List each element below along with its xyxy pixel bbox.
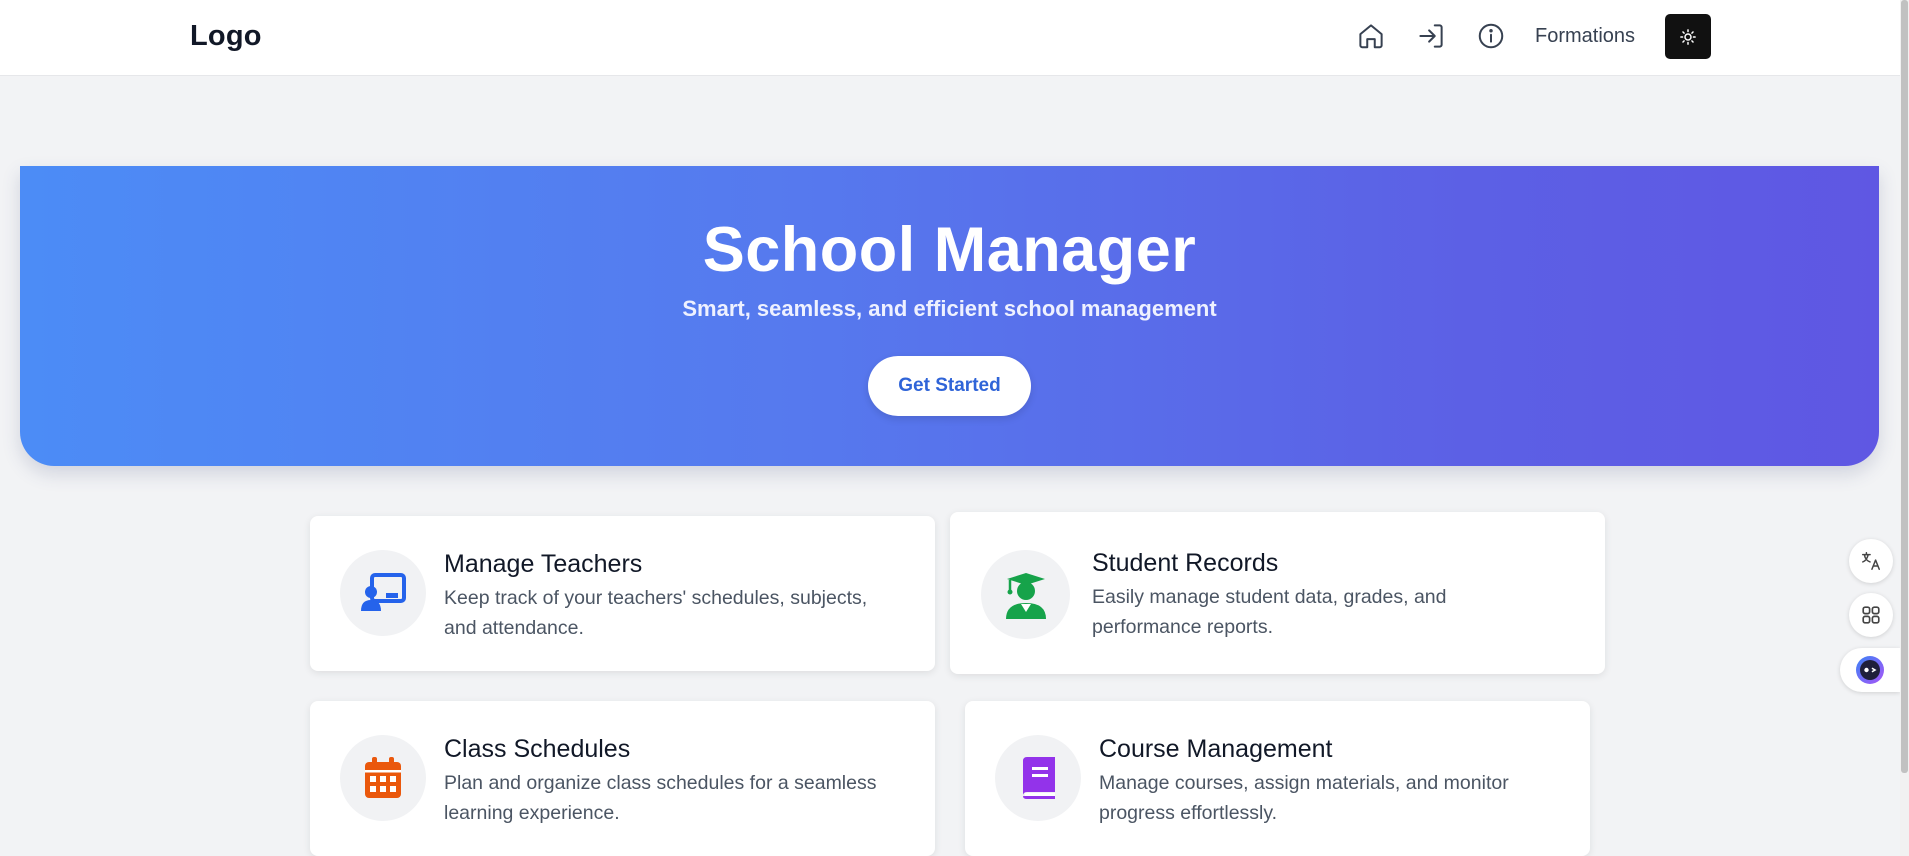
home-icon[interactable] bbox=[1354, 18, 1388, 54]
hero-banner: School Manager Smart, seamless, and effi… bbox=[20, 166, 1879, 466]
card-title: Student Records bbox=[1092, 549, 1279, 577]
card-description: Easily manage student data, grades, and … bbox=[1092, 586, 1447, 638]
card-icon-wrap bbox=[340, 735, 426, 821]
scrollbar-thumb[interactable] bbox=[1901, 0, 1908, 773]
hero-subtitle: Smart, seamless, and efficient school ma… bbox=[682, 296, 1217, 321]
theme-toggle-button[interactable] bbox=[1665, 14, 1711, 59]
feature-card-class-schedules[interactable]: Class Schedules Plan and organize class … bbox=[310, 701, 935, 856]
apps-button[interactable] bbox=[1849, 593, 1893, 637]
translate-button[interactable] bbox=[1849, 539, 1893, 583]
hero-title: School Manager bbox=[702, 215, 1197, 285]
nav-formations-link[interactable]: Formations bbox=[1535, 25, 1635, 48]
assistant-icon bbox=[1856, 656, 1884, 684]
card-icon-wrap bbox=[981, 550, 1070, 639]
card-title: Class Schedules bbox=[444, 735, 631, 763]
card-icon-wrap bbox=[995, 735, 1081, 821]
feature-card-manage-teachers[interactable]: Manage Teachers Keep track of your teach… bbox=[310, 516, 935, 671]
login-icon[interactable] bbox=[1414, 18, 1448, 54]
logo[interactable]: Logo bbox=[190, 20, 262, 53]
translate-icon bbox=[1862, 552, 1880, 570]
chalkboard-teacher-icon bbox=[361, 573, 406, 611]
graduate-icon bbox=[1005, 572, 1046, 619]
assistant-button[interactable] bbox=[1840, 648, 1900, 692]
card-description: Manage courses, assign materials, and mo… bbox=[1099, 772, 1509, 824]
card-description: Keep track of your teachers' schedules, … bbox=[444, 587, 868, 639]
feature-card-course-management[interactable]: Course Management Manage courses, assign… bbox=[965, 701, 1590, 856]
book-icon bbox=[1023, 757, 1055, 799]
card-description: Plan and organize class schedules for a … bbox=[444, 772, 877, 824]
info-icon[interactable] bbox=[1474, 18, 1508, 54]
card-icon-wrap bbox=[340, 550, 426, 636]
sun-icon bbox=[1680, 28, 1696, 45]
get-started-button[interactable]: Get Started bbox=[868, 356, 1031, 416]
top-navbar: Logo Formations bbox=[0, 0, 1900, 76]
page: Logo Formations School Manager Smart, se… bbox=[0, 0, 1909, 856]
apps-icon bbox=[1862, 606, 1880, 624]
card-title: Manage Teachers bbox=[444, 550, 643, 578]
card-title: Course Management bbox=[1099, 735, 1333, 763]
feature-card-student-records[interactable]: Student Records Easily manage student da… bbox=[950, 512, 1605, 674]
calendar-icon bbox=[365, 757, 401, 798]
